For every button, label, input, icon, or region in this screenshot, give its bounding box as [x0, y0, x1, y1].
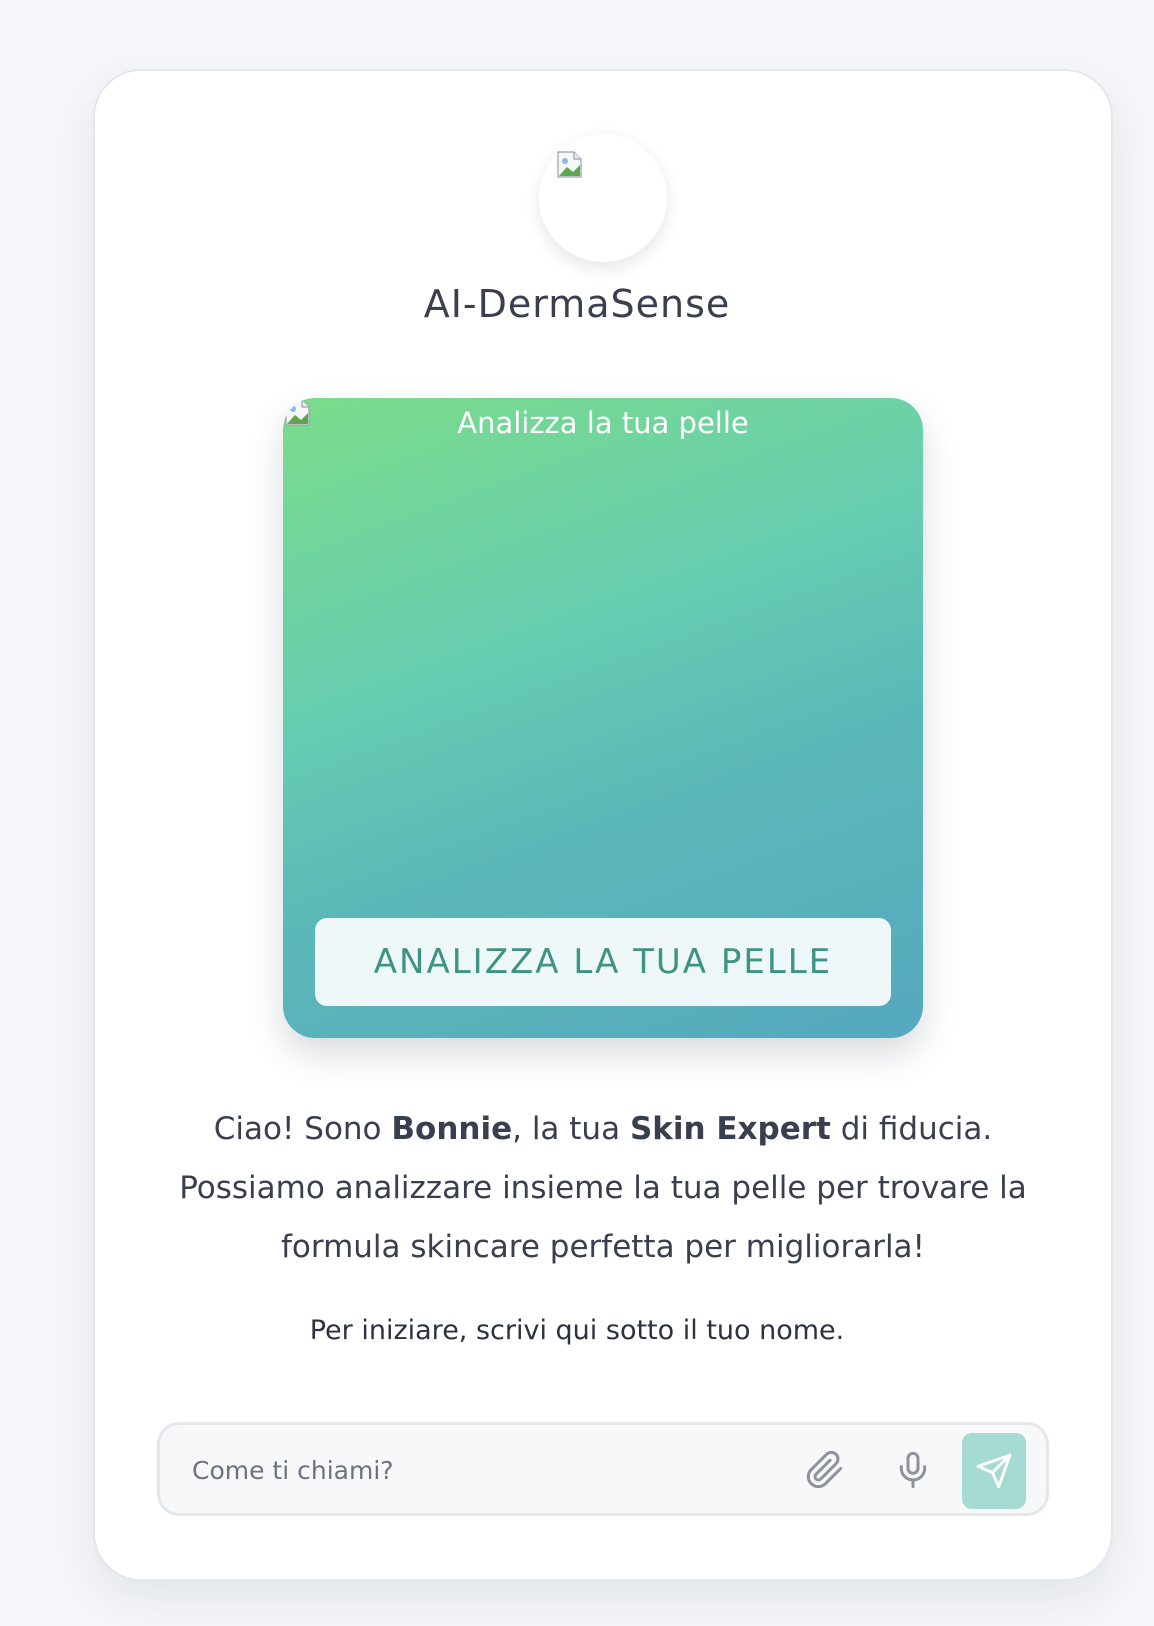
microphone-icon	[899, 1451, 927, 1489]
microphone-button[interactable]	[888, 1445, 938, 1495]
name-prompt-hint: Per iniziare, scrivi qui sotto il tuo no…	[309, 1315, 845, 1346]
hero-image-alt-text: Analizza la tua pelle	[457, 406, 749, 440]
assistant-avatar	[539, 134, 667, 262]
send-icon	[976, 1453, 1012, 1489]
send-button[interactable]	[962, 1433, 1026, 1509]
assistant-name: Bonnie	[391, 1111, 513, 1147]
assistant-role: Skin Expert	[629, 1111, 831, 1147]
name-input[interactable]	[190, 1439, 754, 1501]
broken-image-icon	[557, 151, 582, 178]
intro-greeting: Ciao! Sono	[213, 1111, 392, 1147]
intro-message: Ciao! Sono Bonnie, la tua Skin Expert di…	[160, 1100, 1046, 1277]
brand-title: AI-DermaSense	[423, 282, 731, 326]
attach-button[interactable]	[800, 1445, 850, 1495]
intro-middle: , la tua	[512, 1111, 630, 1147]
analyze-skin-button[interactable]: ANALIZZA LA TUA PELLE	[315, 918, 891, 1006]
skin-analysis-card[interactable]: Analizza la tua pelle ANALIZZA LA TUA PE…	[283, 398, 923, 1038]
chat-input-bar	[157, 1422, 1049, 1516]
paperclip-icon	[806, 1450, 843, 1489]
